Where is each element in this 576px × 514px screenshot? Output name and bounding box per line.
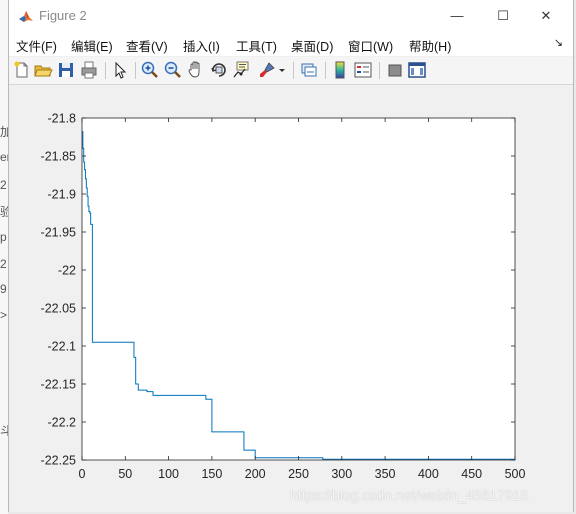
rotate-3d-icon[interactable]	[209, 60, 229, 80]
maximize-button[interactable]: ☐	[480, 0, 526, 32]
matlab-logo-icon	[18, 8, 34, 24]
background-text: 2	[0, 257, 7, 271]
menu-file[interactable]: 文件(F)	[16, 36, 57, 55]
x-tick-label: 300	[331, 467, 352, 481]
show-plot-tools-icon[interactable]	[407, 60, 427, 80]
x-tick-label: 350	[375, 467, 396, 481]
new-figure-icon[interactable]	[12, 60, 32, 80]
y-tick-label: -22	[58, 264, 76, 278]
x-tick-label: 100	[158, 467, 179, 481]
y-tick-label: -21.9	[48, 188, 77, 202]
y-tick-label: -22.15	[41, 378, 76, 392]
save-icon[interactable]	[56, 60, 76, 80]
toolbar-separator	[135, 62, 136, 79]
toolbar-separator	[379, 62, 380, 79]
axes-background	[82, 118, 515, 460]
toolbar-separator	[325, 62, 326, 79]
y-tick-label: -22.2	[48, 416, 77, 430]
background-text: 2	[0, 178, 7, 192]
title-bar[interactable]: Figure 2 — ☐ ✕	[9, 0, 573, 32]
x-tick-label: 50	[118, 467, 132, 481]
x-tick-label: 0	[79, 467, 86, 481]
x-tick-label: 500	[505, 467, 526, 481]
pan-hand-icon[interactable]	[186, 60, 206, 80]
menu-tools[interactable]: 工具(T)	[236, 36, 277, 55]
data-cursor-icon[interactable]	[232, 60, 252, 80]
y-tick-label: -22.1	[48, 340, 77, 354]
print-icon[interactable]	[79, 60, 99, 80]
menu-insert[interactable]: 插入(I)	[183, 36, 220, 55]
brush-icon[interactable]	[257, 60, 277, 80]
menu-edit[interactable]: 编辑(E)	[71, 36, 113, 55]
x-tick-label: 250	[288, 467, 309, 481]
y-tick-label: -22.25	[41, 454, 76, 468]
menu-help[interactable]: 帮助(H)	[409, 36, 451, 55]
line-chart[interactable]: 0 50 100 150 200 250 300 350 400 450 500 -21.8 -21.8…	[9, 85, 573, 512]
figure-toolbar	[9, 57, 573, 85]
zoom-out-icon[interactable]	[163, 60, 183, 80]
colorbar-icon[interactable]	[330, 60, 350, 80]
link-plot-icon[interactable]	[299, 60, 319, 80]
dock-figure-icon[interactable]: ↘	[554, 36, 563, 49]
pointer-icon[interactable]	[110, 60, 130, 80]
x-tick-label: 150	[201, 467, 222, 481]
figure-canvas[interactable]: 0 50 100 150 200 250 300 350 400 450 500 -21.8 -21.8…	[9, 85, 573, 512]
y-tick-label: -21.85	[41, 150, 76, 164]
toolbar-separator	[105, 62, 106, 79]
minimize-button[interactable]: —	[434, 0, 480, 32]
x-tick-label: 450	[461, 467, 482, 481]
menu-desktop[interactable]: 桌面(D)	[291, 36, 333, 55]
legend-icon[interactable]	[353, 60, 373, 80]
close-button[interactable]: ✕	[523, 0, 569, 32]
watermark-text: https://blog.csdn.net/weixin_45617915	[290, 487, 529, 503]
menu-window[interactable]: 窗口(W)	[348, 36, 393, 55]
y-tick-label: -22.05	[41, 302, 76, 316]
background-text: >	[0, 308, 8, 322]
figure-window: Figure 2 — ☐ ✕ 文件(F) 编辑(E) 查看(V) 插入(I) 工…	[8, 0, 574, 512]
x-tick-label: 400	[418, 467, 439, 481]
hide-plot-tools-icon[interactable]	[385, 60, 405, 80]
brush-dropdown-icon[interactable]	[277, 60, 287, 80]
y-tick-label: -21.8	[48, 112, 77, 126]
y-tick-label: -21.95	[41, 226, 76, 240]
toolbar-separator	[293, 62, 294, 79]
menu-bar: 文件(F) 编辑(E) 查看(V) 插入(I) 工具(T) 桌面(D) 窗口(W…	[9, 32, 573, 56]
background-text: 9	[0, 282, 7, 296]
x-tick-label: 200	[245, 467, 266, 481]
zoom-in-icon[interactable]	[140, 60, 160, 80]
background-text: p	[0, 230, 7, 244]
window-title: Figure 2	[39, 8, 87, 23]
background-window-strip: 加 er 2 验 p 2 9 > 斗	[0, 0, 12, 514]
menu-view[interactable]: 查看(V)	[126, 36, 168, 55]
open-file-icon[interactable]	[33, 60, 53, 80]
